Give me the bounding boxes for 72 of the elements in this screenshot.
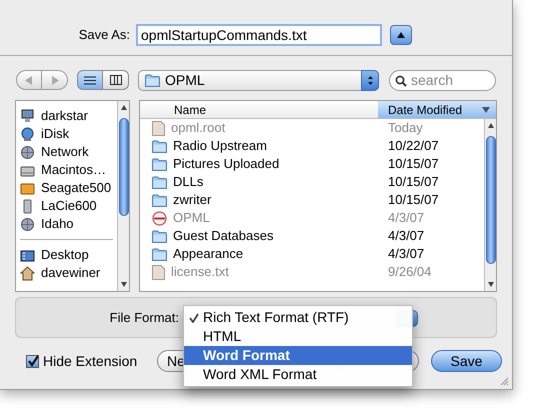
file-name[interactable]: DLLs: [173, 172, 204, 192]
columns-icon: [110, 75, 122, 85]
date-modified: 4/3/07: [387, 245, 426, 264]
desktop-icon: [20, 248, 35, 262]
file-format-label: File Format:: [108, 308, 179, 327]
folder-icon: [152, 140, 167, 152]
file-name[interactable]: opml.root: [171, 118, 226, 138]
drive-icon: [20, 180, 35, 196]
folder-icon: [152, 194, 167, 206]
date-modified: 10/15/07: [387, 191, 440, 210]
sidebar-item[interactable]: Seagate500: [41, 178, 112, 198]
folder-icon: [152, 230, 167, 242]
location-popup[interactable]: OPML: [138, 70, 379, 90]
triangle-up-icon: [396, 30, 406, 38]
date-modified: 10/15/07: [387, 155, 440, 174]
app-icon: [152, 210, 167, 226]
sidebar-item[interactable]: iDisk: [41, 124, 70, 144]
stepper-arrows-icon: [366, 74, 374, 86]
list-icon: [84, 76, 96, 84]
folder-icon: [152, 158, 167, 170]
resize-grip-icon: [500, 377, 509, 386]
sidebar-item[interactable]: Network: [41, 142, 89, 162]
sidebar-item[interactable]: LaCie600: [41, 196, 97, 216]
save-as-label: Save As:: [78, 26, 131, 44]
file-name[interactable]: Pictures Uploaded: [173, 154, 280, 174]
menu-item[interactable]: Word Format: [184, 346, 412, 365]
file-name-field[interactable]: opmlStartupCommands.txt: [136, 24, 382, 46]
globe-icon: [20, 216, 35, 232]
list-view-button[interactable]: [77, 70, 103, 90]
column-view-button[interactable]: [103, 70, 129, 90]
file-name[interactable]: Appearance: [173, 244, 244, 264]
checkbox[interactable]: [26, 354, 39, 368]
file-name[interactable]: zwriter: [173, 190, 212, 210]
menu-item[interactable]: Rich Text Format (RTF): [184, 308, 412, 327]
date-modified: 4/3/07: [387, 209, 426, 228]
search-field[interactable]: search: [389, 70, 496, 90]
folder-icon: [152, 176, 167, 188]
file-name[interactable]: license.txt: [171, 262, 229, 282]
sort-arrow-icon: [482, 106, 490, 112]
document-icon: [152, 120, 165, 136]
globe-icon: [20, 144, 35, 160]
forward-arrow-icon: [50, 76, 58, 84]
folder-icon: [152, 248, 167, 260]
document-icon: [152, 264, 165, 280]
sidebar-item[interactable]: davewiner: [41, 263, 100, 283]
computer-icon: [20, 108, 35, 124]
menu-item[interactable]: Word XML Format: [184, 365, 412, 384]
sidebar-item[interactable]: Macintos…: [41, 160, 106, 180]
date-modified: 4/3/07: [387, 227, 426, 246]
column-header[interactable]: Name: [140, 101, 378, 118]
date-modified: 9/26/04: [387, 263, 432, 282]
menu-item[interactable]: HTML: [184, 327, 412, 346]
location-label: OPML: [165, 70, 205, 90]
search-icon: [395, 74, 407, 86]
save-button[interactable]: Save: [431, 350, 502, 372]
file-name[interactable]: OPML: [173, 208, 210, 228]
file-name[interactable]: Radio Upstream: [173, 136, 267, 156]
date-modified: 10/22/07: [387, 137, 440, 156]
folder-icon: [145, 74, 160, 86]
expand-button[interactable]: [390, 24, 412, 44]
sidebar-item[interactable]: Desktop: [41, 245, 89, 265]
hide-extension-label: Hide Extension: [43, 352, 138, 370]
sidebar-item[interactable]: darkstar: [41, 106, 88, 126]
house-icon: [20, 266, 35, 280]
date-modified: 10/15/07: [387, 173, 440, 192]
back-arrow-icon: [25, 76, 33, 84]
checkmark-icon: [189, 312, 199, 322]
date-modified: Today: [387, 119, 424, 138]
column-header[interactable]: Date Modified: [378, 101, 496, 118]
sidebar-item[interactable]: Idaho: [41, 214, 74, 234]
file-name[interactable]: Guest Databases: [173, 226, 274, 246]
globe-icon: [20, 126, 35, 142]
